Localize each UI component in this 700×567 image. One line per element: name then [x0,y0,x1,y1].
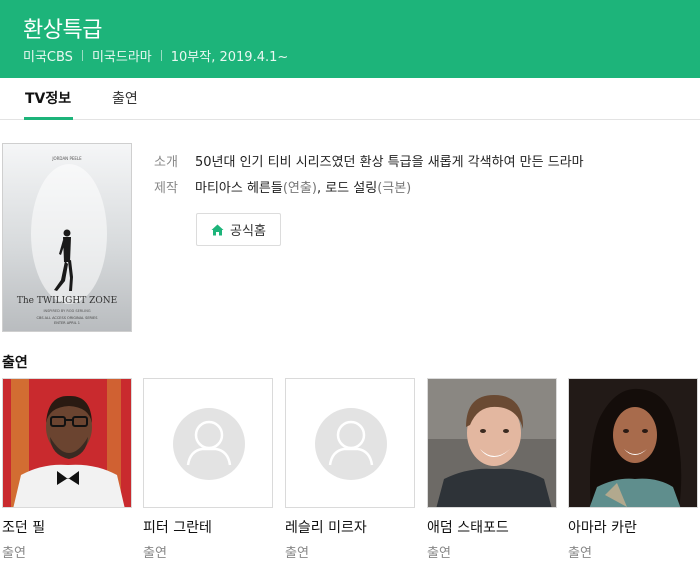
cast-role: 출연 [285,546,309,561]
meta-divider [160,50,162,61]
tab-tv-info[interactable]: TV정보 [25,88,71,108]
meta-genre[interactable]: 미국드라마 [92,46,152,65]
active-tab-indicator [24,117,73,120]
poster-network: CBS ALL ACCESS ORIGINAL SERIES [36,316,98,320]
cast-section-title: 출연 [2,355,28,371]
cast-name[interactable]: 애덤 스태포드 [427,517,557,537]
home-icon [211,224,224,235]
person-photo-art [428,379,556,507]
director-role: (연출) [282,181,317,196]
cast-photo-placeholder[interactable] [285,378,415,508]
meta-divider [81,50,83,61]
cast-photo[interactable] [427,378,557,508]
cast-photo[interactable] [568,378,698,508]
intro-label: 소개 [154,155,178,170]
production-value: 마티아스 헤른들(연출), 로드 설링(극본) [195,177,411,196]
cast-name[interactable]: 조던 필 [2,517,132,537]
cast-photo[interactable] [2,378,132,508]
writer-role: (극본) [377,181,412,196]
cast-card[interactable]: 조던 필 출연 [2,378,132,561]
cast-role: 출연 [427,546,451,561]
person-placeholder-icon [328,420,374,466]
tab-bar: TV정보 출연 [0,78,700,120]
program-title: 환상특급 [23,18,102,43]
cast-card[interactable]: 피터 그란테 출연 [143,378,273,561]
official-home-button[interactable]: 공식홈 [196,213,281,246]
cast-name[interactable]: 아마라 카란 [568,517,698,537]
official-home-label: 공식홈 [230,224,266,239]
cast-card[interactable]: 아마라 카란 출연 [568,378,698,561]
program-header: 환상특급 미국CBS 미국드라마 10부작, 2019.4.1~ [0,0,700,78]
cast-role: 출연 [568,546,592,561]
production-label: 제작 [154,181,178,196]
program-poster[interactable]: JORDAN PEELE The TWILIGHT ZONE INSPIRED … [2,143,132,332]
person-photo-art [3,379,131,507]
cast-card[interactable]: 애덤 스태포드 출연 [427,378,557,561]
intro-value: 50년대 인기 티비 시리즈였던 환상 특급을 새롭게 각색하여 만든 드라마 [195,155,584,170]
poster-date: ENTER APRIL 1 [54,321,80,325]
person-placeholder-icon [186,420,232,466]
program-meta: 미국CBS 미국드라마 10부작, 2019.4.1~ [23,46,288,65]
cast-photo-placeholder[interactable] [143,378,273,508]
cast-name[interactable]: 피터 그란테 [143,517,273,537]
poster-title: The TWILIGHT ZONE [16,296,118,306]
cast-card[interactable]: 레슬리 미르자 출연 [285,378,415,561]
cast-role: 출연 [143,546,167,561]
cast-name[interactable]: 레슬리 미르자 [285,517,415,537]
meta-episodes-date: 10부작, 2019.4.1~ [170,50,289,65]
production-separator: , [316,181,326,196]
tab-cast[interactable]: 출연 [112,88,138,108]
meta-network[interactable]: 미국CBS [23,46,73,65]
cast-role: 출연 [2,546,26,561]
writer-link[interactable]: 로드 설링 [325,181,377,196]
director-link[interactable]: 마티아스 헤른들 [195,181,283,196]
poster-subtitle: INSPIRED BY ROD SERLING [43,309,91,313]
person-photo-art [569,379,697,507]
